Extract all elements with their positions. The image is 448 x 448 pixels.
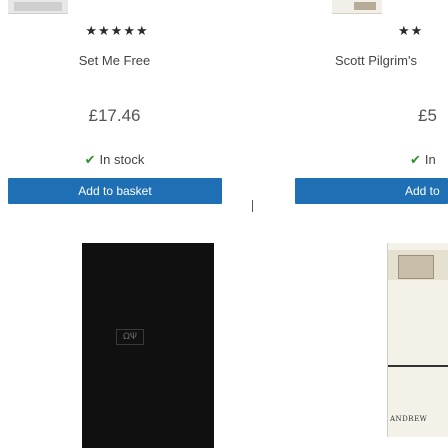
product-price: £5 [418,106,437,125]
product-title-link[interactable]: Scott Pilgrim's [335,53,417,68]
availability-label: In stock [99,152,145,167]
book-cover-image[interactable]: ANDREW [387,243,448,437]
add-to-basket-button[interactable]: Add to [295,178,448,204]
check-icon: ✔ [410,152,421,167]
availability: ✔ In [410,152,436,168]
availability-label: In [424,152,436,167]
book-cover-top-2[interactable] [332,0,382,14]
cover-emblem: ΩΨ [116,329,144,345]
star-rating: ★★★★★ [85,24,149,39]
add-to-basket-label: Add to basket [78,184,152,198]
cover-emblem [398,255,434,279]
book-cover-image[interactable]: ΩΨ [82,243,214,448]
cover-author: ANDREW [390,415,428,423]
book-cover-top-1[interactable] [8,0,68,14]
product-title-link[interactable]: Set Me Free [8,53,221,68]
add-to-basket-button[interactable]: Add to basket [8,178,222,204]
divider [252,200,253,212]
cover-rule [388,365,448,367]
add-to-basket-label: Add to [405,184,440,198]
availability: ✔ In stock [8,152,221,168]
star-rating: ★★ [398,24,424,39]
check-icon: ✔ [84,152,96,167]
product-price: £17.46 [88,106,141,125]
